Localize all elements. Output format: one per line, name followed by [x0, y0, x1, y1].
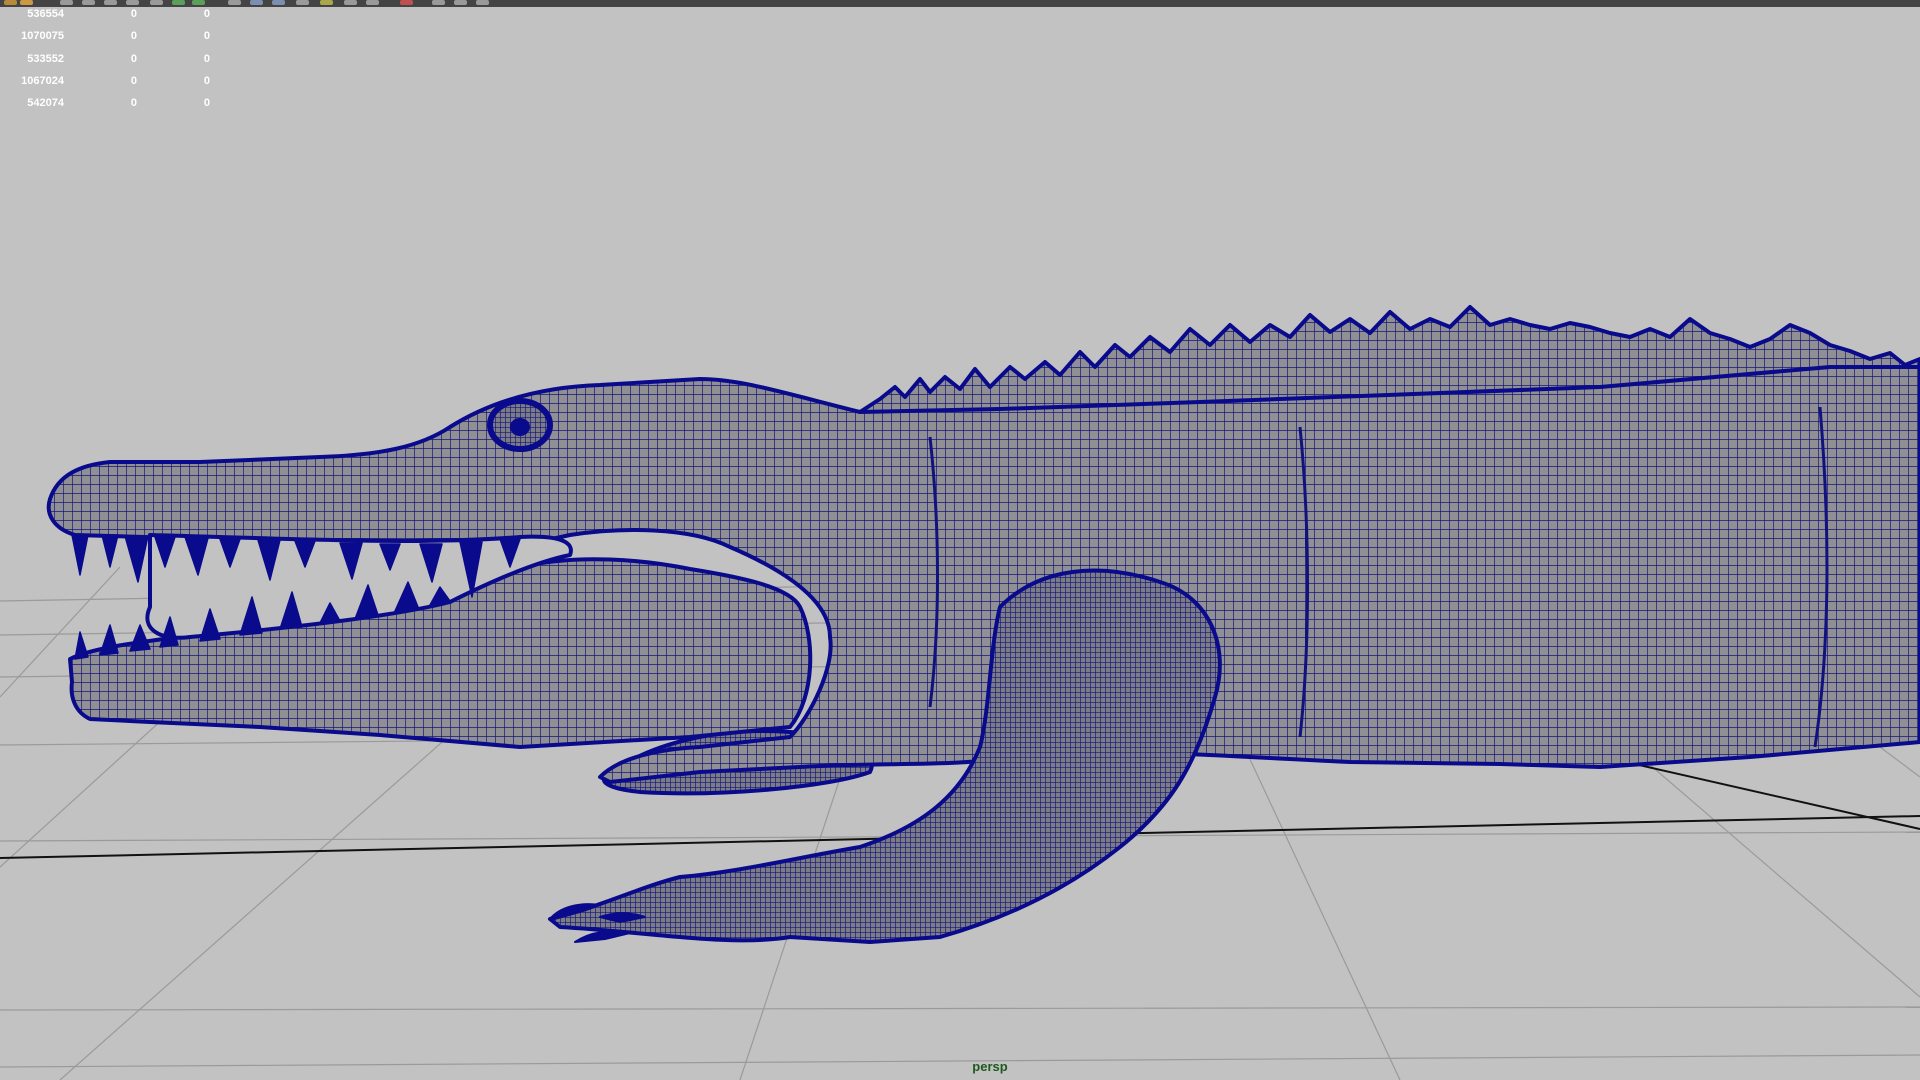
hud-value: 536554 [27, 8, 64, 20]
hud-value: 0 [130, 74, 137, 87]
display-icon[interactable] [192, 0, 205, 5]
hud-row: 1070075 0 0 [0, 30, 220, 52]
render-icon[interactable] [104, 0, 117, 5]
camera-icon[interactable] [476, 0, 489, 5]
hud-row: 536554 0 0 [0, 8, 220, 30]
crocodile-mesh[interactable] [46, 305, 1920, 944]
hud-row: 1067024 0 0 [0, 75, 220, 97]
hud-value: 542074 [27, 97, 64, 110]
render-icon[interactable] [82, 0, 95, 5]
display-icon[interactable] [172, 0, 185, 5]
hud-value: 0 [130, 52, 137, 65]
hud-value: 1067024 [21, 74, 64, 87]
render-icon[interactable] [60, 0, 73, 5]
poly-count-hud: 536554 0 0 1070075 0 0 533552 0 0 106702… [0, 8, 220, 119]
render-icon[interactable] [126, 0, 139, 5]
tool-icon[interactable] [4, 0, 17, 5]
xray-icon[interactable] [432, 0, 445, 5]
light-icon[interactable] [320, 0, 333, 5]
hud-value: 0 [203, 52, 210, 65]
hud-value: 0 [203, 74, 210, 87]
hud-value: 0 [130, 30, 137, 43]
hud-value: 0 [203, 8, 210, 20]
hud-value: 0 [130, 97, 137, 110]
camera-name: persp [972, 1059, 1008, 1074]
hud-row: 542074 0 0 [0, 97, 220, 119]
shadow-icon[interactable] [344, 0, 357, 5]
hud-value: 0 [203, 97, 210, 110]
render-icon[interactable] [150, 0, 163, 5]
shadow-icon[interactable] [366, 0, 379, 5]
hud-row: 533552 0 0 [0, 53, 220, 75]
hud-value: 533552 [27, 52, 64, 65]
hud-value: 1070075 [21, 30, 64, 43]
xray-icon[interactable] [454, 0, 467, 5]
hud-value: 0 [203, 30, 210, 43]
perspective-viewport[interactable] [0, 7, 1920, 1080]
toolbar-strip [0, 0, 1920, 7]
shading-icon[interactable] [272, 0, 285, 5]
camera-label: persp [0, 1059, 1920, 1074]
crocodile-eye [487, 398, 553, 452]
light-icon[interactable] [296, 0, 309, 5]
tool-icon[interactable] [20, 0, 33, 5]
isolate-icon[interactable] [400, 0, 413, 5]
shading-icon[interactable] [250, 0, 263, 5]
shading-icon[interactable] [228, 0, 241, 5]
hud-value: 0 [130, 8, 137, 20]
